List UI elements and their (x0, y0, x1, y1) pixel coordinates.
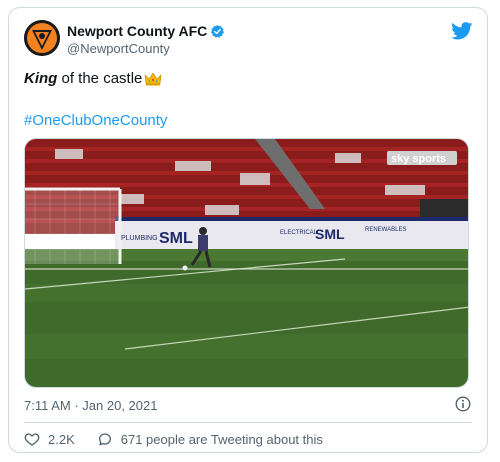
broadcaster-logo: sky sports (391, 153, 446, 165)
display-name[interactable]: Newport County AFC (67, 23, 207, 39)
tweet-timestamp[interactable]: 7:11 AM · Jan 20, 2021 (24, 398, 157, 413)
divider (24, 422, 472, 423)
crown-emoji-icon (144, 71, 162, 85)
ad-board-5: RENEWABLES (365, 227, 406, 233)
ad-board-3: ELECTRICAL (280, 230, 318, 236)
ad-board-1: PLUMBING (121, 235, 158, 242)
ad-board-4: SML (315, 226, 345, 242)
info-icon[interactable] (455, 396, 471, 412)
video-media[interactable]: sky sports PLUMBING SML ELECTRICAL SML R… (24, 138, 469, 388)
heart-icon[interactable] (24, 431, 40, 447)
stadium-scene: sky sports PLUMBING SML ELECTRICAL SML R… (25, 139, 468, 387)
tweet-card[interactable]: Newport County AFC @NewportCounty King o… (8, 7, 488, 453)
tweet-actions: 2.2K 671 people are Tweeting about this (24, 431, 323, 447)
tweet-text-rest: of the castle (57, 70, 143, 87)
like-count[interactable]: 2.2K (48, 432, 75, 447)
hashtag-link[interactable]: #OneClubOneCounty (24, 112, 167, 129)
tweet-text: King of the castle (24, 70, 162, 87)
tweeting-about-link[interactable]: 671 people are Tweeting about this (121, 432, 323, 447)
verified-badge-icon (211, 24, 225, 38)
club-crest-avatar[interactable] (24, 20, 60, 56)
tweet-text-bold: King (24, 70, 58, 87)
user-handle[interactable]: @NewportCounty (67, 41, 170, 56)
twitter-bird-icon[interactable] (451, 22, 473, 40)
ad-board-2: SML (159, 230, 193, 247)
speech-bubble-icon[interactable] (97, 431, 113, 447)
